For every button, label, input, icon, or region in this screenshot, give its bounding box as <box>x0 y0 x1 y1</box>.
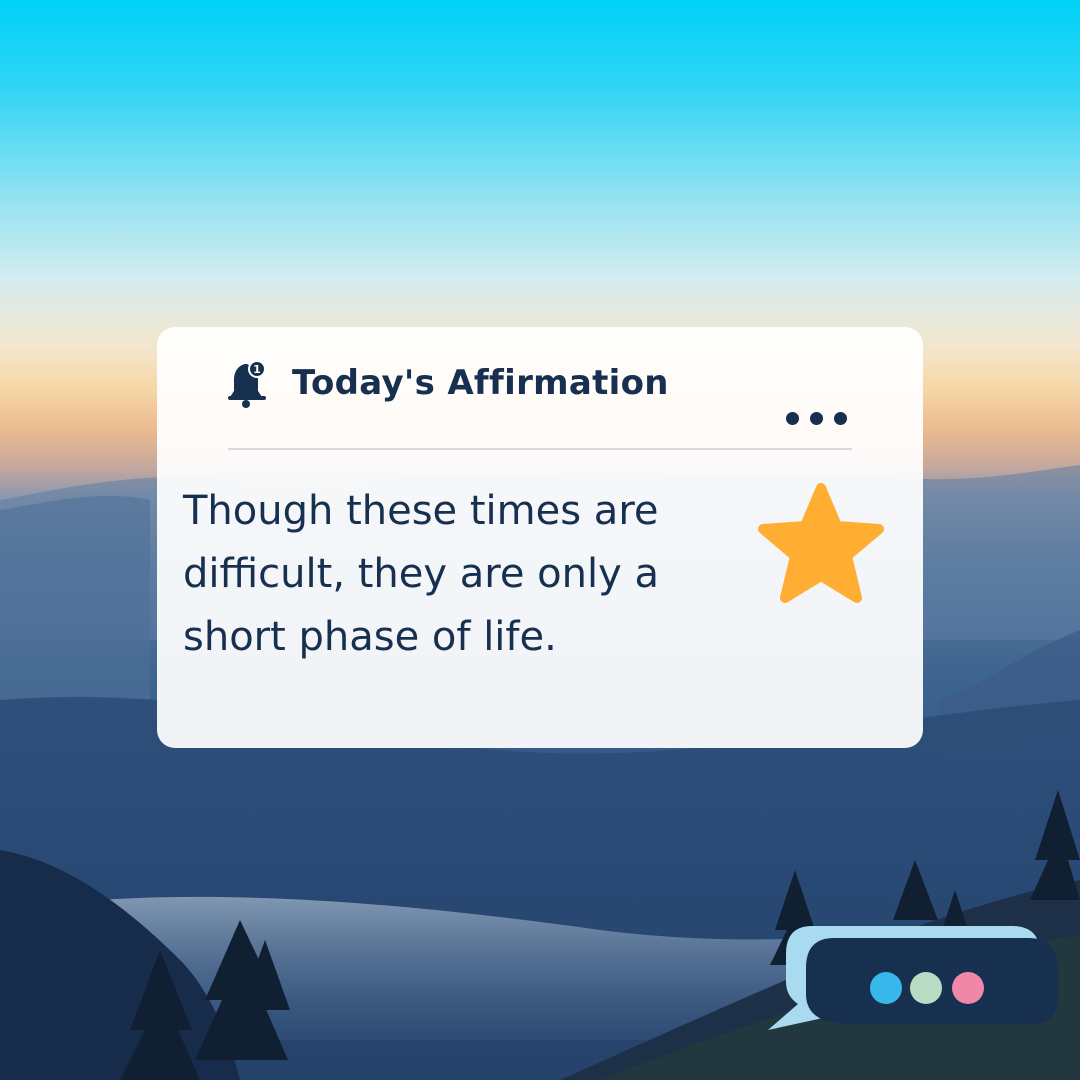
more-dot <box>834 411 847 425</box>
more-options-icon[interactable] <box>786 408 856 428</box>
affirmation-message: Though these times are difficult, they a… <box>183 488 660 660</box>
star-icon <box>758 483 884 603</box>
chat-bubble-icon[interactable] <box>762 918 1062 1038</box>
bell-notification-icon[interactable]: 1 <box>226 360 268 408</box>
notification-count: 1 <box>253 363 261 376</box>
chat-dot-blue <box>870 972 902 1004</box>
card-divider <box>228 448 852 450</box>
card-title: Today's Affirmation <box>292 363 669 403</box>
chat-dot-pink <box>952 972 984 1004</box>
more-dot <box>786 411 799 425</box>
more-dot <box>810 411 823 425</box>
chat-dot-green <box>910 972 942 1004</box>
